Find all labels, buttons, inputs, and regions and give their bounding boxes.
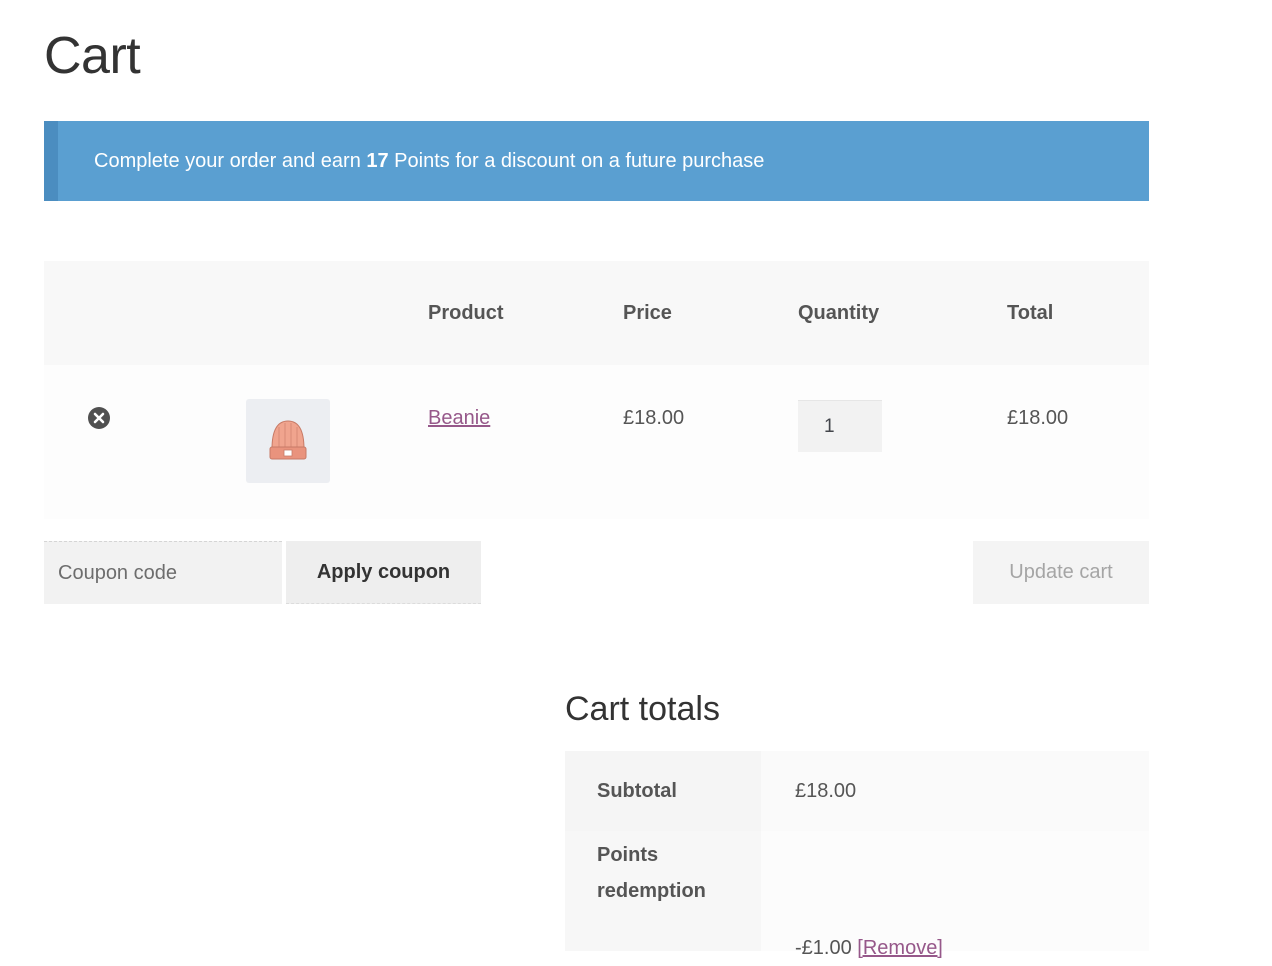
product-price: £18.00 <box>623 407 685 429</box>
points-notice-banner: Complete your order and earn 17 Points f… <box>44 121 1149 201</box>
notice-points-count: 17 <box>366 150 389 172</box>
update-cart-button[interactable]: Update cart <box>973 541 1149 604</box>
header-total: Total <box>1007 302 1054 324</box>
header-quantity: Quantity <box>798 302 880 324</box>
header-price: Price <box>623 302 672 324</box>
notice-text-before: Complete your order and earn <box>94 150 367 172</box>
product-name-cell: Beanie <box>428 407 490 430</box>
apply-coupon-button[interactable]: Apply coupon <box>286 541 481 604</box>
cart-totals-title: Cart totals <box>565 690 720 728</box>
beanie-hat-icon <box>269 420 307 460</box>
quantity-input[interactable] <box>798 400 882 452</box>
subtotal-value: £18.00 <box>761 751 1149 831</box>
cart-table-header: Product Price Quantity Total <box>44 261 1149 365</box>
subtotal-label: Subtotal <box>565 751 761 831</box>
points-redemption-label: Points redemption <box>565 831 761 951</box>
points-redemption-value-cell: -£1.00 [Remove] <box>761 831 1149 959</box>
points-redemption-row: Points redemption -£1.00 [Remove] <box>565 831 1149 959</box>
product-total: £18.00 <box>1007 407 1069 429</box>
notice-text-after: Points for a discount on a future purcha… <box>388 150 765 172</box>
points-redemption-value: -£1.00 [Remove] <box>795 930 943 966</box>
remove-points-link[interactable]: [Remove] <box>857 937 943 959</box>
subtotal-row: Subtotal £18.00 <box>565 751 1149 831</box>
cart-item-row <box>44 365 1149 519</box>
product-thumbnail[interactable] <box>246 399 330 483</box>
remove-item-icon[interactable] <box>88 407 110 429</box>
page-title: Cart <box>44 27 141 85</box>
cart-totals-table: Subtotal £18.00 Points redemption -£1.00… <box>565 751 1149 959</box>
points-label-line1: Points <box>597 844 659 866</box>
points-discount-amount: -£1.00 <box>795 937 852 959</box>
points-label-line2: redemption <box>597 880 706 902</box>
header-product: Product <box>428 302 504 324</box>
cart-table: Product Price Quantity Total Beanie £18.… <box>44 261 1149 519</box>
product-link-beanie[interactable]: Beanie <box>428 407 490 429</box>
coupon-code-input[interactable] <box>44 541 282 604</box>
